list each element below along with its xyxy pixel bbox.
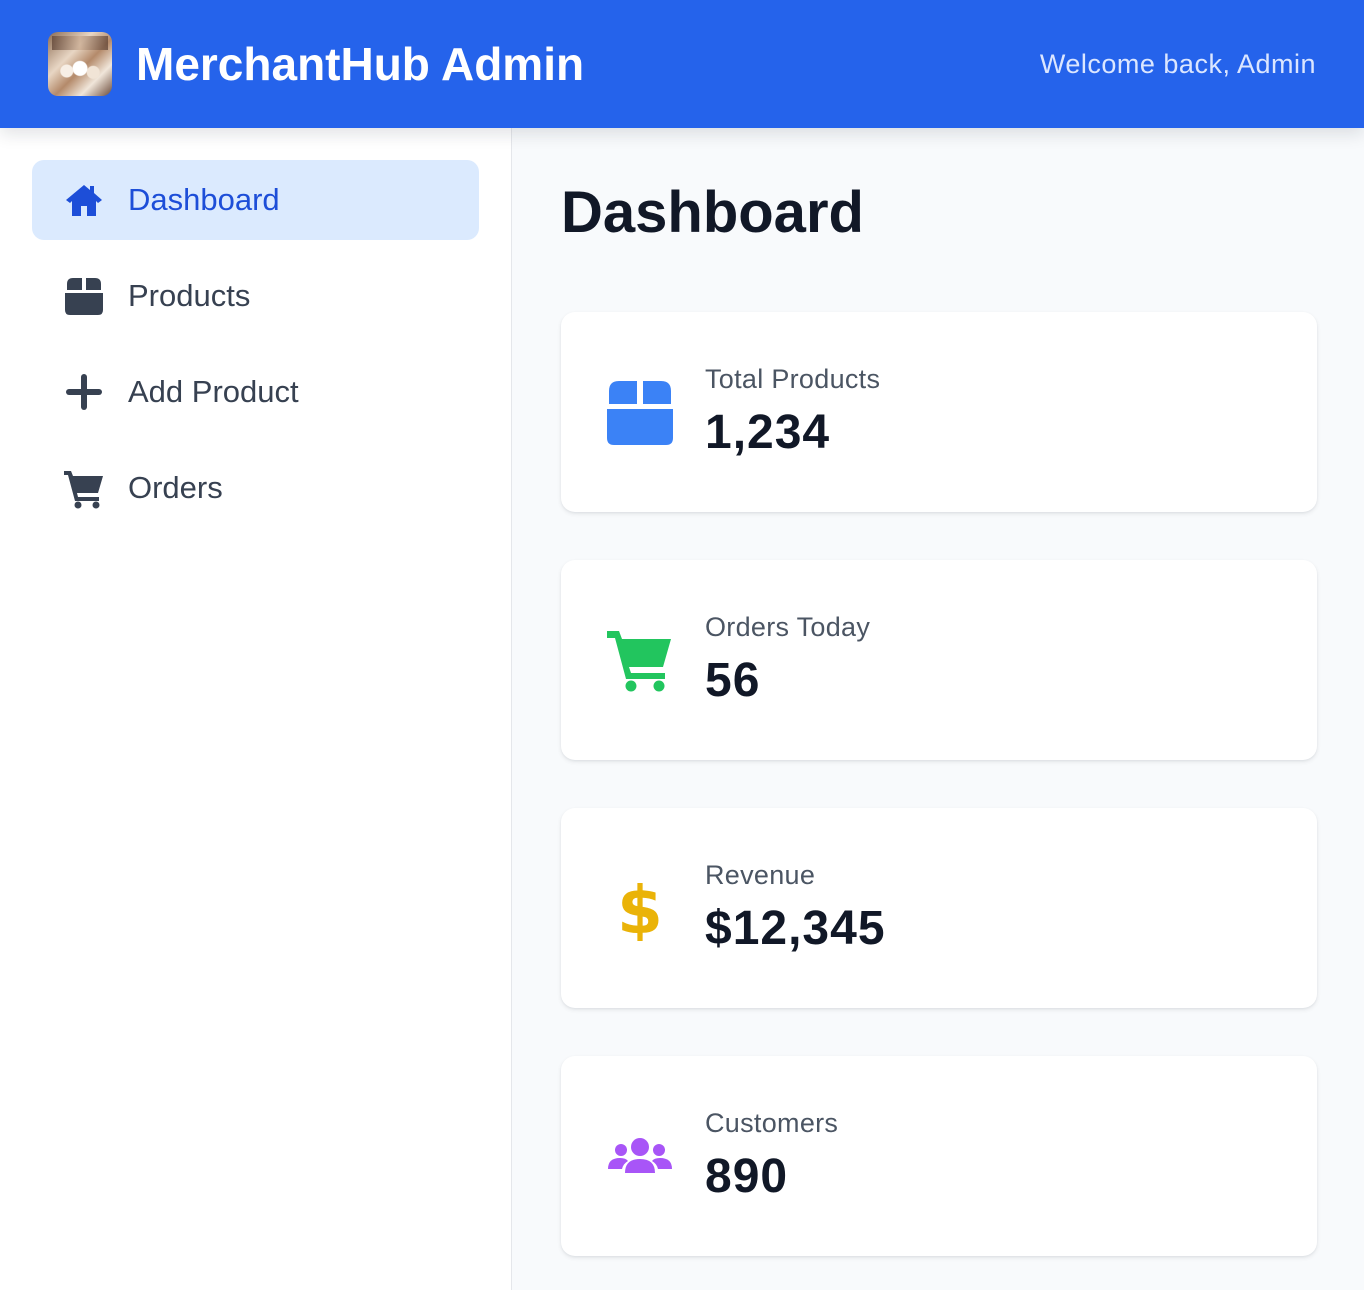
brand-logo[interactable] xyxy=(48,32,112,96)
sidebar: Dashboard Products Add Product Orders xyxy=(0,128,512,1290)
stat-label: Orders Today xyxy=(705,612,871,642)
dollar-icon: $ xyxy=(607,875,673,941)
box-icon xyxy=(62,274,106,318)
plus-icon xyxy=(62,370,106,414)
stat-label: Total Products xyxy=(705,364,881,394)
stats-cards: Total Products 1,234 Orders Today 56 $ R… xyxy=(561,312,1317,1256)
stat-label: Revenue xyxy=(705,860,816,890)
stat-card-total-products: Total Products 1,234 xyxy=(561,312,1317,512)
cart-icon xyxy=(607,627,673,693)
stat-value: 890 xyxy=(705,1150,789,1203)
stat-value: $12,345 xyxy=(705,902,886,955)
stat-value: 56 xyxy=(705,654,761,707)
sidebar-item-label: Dashboard xyxy=(128,182,280,217)
welcome-message: Welcome back, Admin xyxy=(1039,48,1316,79)
sidebar-item-label: Orders xyxy=(128,470,223,505)
stat-value: 1,234 xyxy=(705,406,831,459)
app-title: MerchantHub Admin xyxy=(136,38,585,90)
sidebar-item-dashboard[interactable]: Dashboard xyxy=(32,160,479,240)
stat-card-revenue: $ Revenue $12,345 xyxy=(561,808,1317,1008)
sidebar-item-add-product[interactable]: Add Product xyxy=(32,352,479,432)
users-icon xyxy=(607,1123,673,1189)
cart-icon xyxy=(62,466,106,510)
brand[interactable]: MerchantHub Admin xyxy=(48,32,584,96)
sidebar-item-products[interactable]: Products xyxy=(32,256,479,336)
sidebar-item-orders[interactable]: Orders xyxy=(32,448,479,528)
stat-card-orders-today: Orders Today 56 xyxy=(561,560,1317,760)
sidebar-item-label: Add Product xyxy=(128,374,299,409)
svg-text:$: $ xyxy=(617,875,663,941)
stat-card-customers: Customers 890 xyxy=(561,1056,1317,1256)
page-title: Dashboard xyxy=(561,180,864,245)
box-icon xyxy=(607,379,673,445)
home-icon xyxy=(62,178,106,222)
main-content: Dashboard Total Products 1,234 Orders To… xyxy=(513,128,1364,1290)
sidebar-item-label: Products xyxy=(128,278,251,313)
stat-label: Customers xyxy=(705,1108,839,1138)
top-header: MerchantHub Admin Welcome back, Admin xyxy=(0,0,1364,128)
